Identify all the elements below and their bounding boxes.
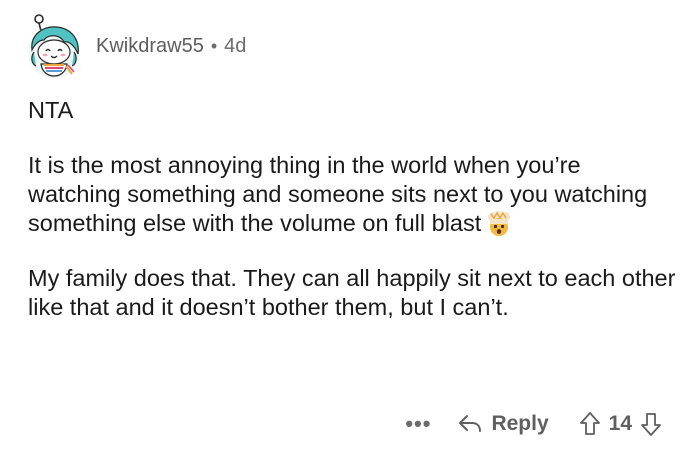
reply-label: Reply bbox=[491, 412, 549, 435]
downvote-arrow-icon[interactable] bbox=[640, 411, 662, 437]
user-avatar[interactable] bbox=[24, 14, 84, 80]
paragraph-text: My family does that. They can all happil… bbox=[28, 265, 676, 320]
comment-age: 4d bbox=[224, 34, 247, 57]
vote-controls: 14 bbox=[579, 411, 662, 437]
comment-paragraph: NTA bbox=[28, 96, 678, 125]
reply-button[interactable]: Reply bbox=[457, 412, 549, 436]
paragraph-text: NTA bbox=[28, 97, 74, 123]
reply-arrow-icon bbox=[459, 415, 482, 432]
more-options-button[interactable]: ••• bbox=[405, 411, 431, 437]
comment-body: NTA It is the most annoying thing in the… bbox=[28, 96, 678, 342]
vote-count: 14 bbox=[608, 412, 632, 435]
snoo-avatar-icon bbox=[28, 14, 80, 78]
meta-separator: • bbox=[210, 35, 218, 56]
username-link[interactable]: Kwikdraw55 bbox=[96, 35, 204, 58]
comment-paragraph: It is the most annoying thing in the wor… bbox=[28, 151, 678, 244]
exploding-head-emoji-icon bbox=[485, 210, 513, 244]
comment-meta: Kwikdraw55 • 4d bbox=[96, 35, 246, 58]
comment-actions: ••• Reply 14 bbox=[405, 404, 662, 444]
paragraph-text: It is the most annoying thing in the wor… bbox=[28, 152, 648, 236]
comment-header: Kwikdraw55 • 4d bbox=[24, 14, 246, 80]
comment-paragraph: My family does that. They can all happil… bbox=[28, 264, 678, 322]
upvote-arrow-icon[interactable] bbox=[579, 411, 601, 437]
comment: Kwikdraw55 • 4d NTA It is the most annoy… bbox=[0, 0, 700, 462]
